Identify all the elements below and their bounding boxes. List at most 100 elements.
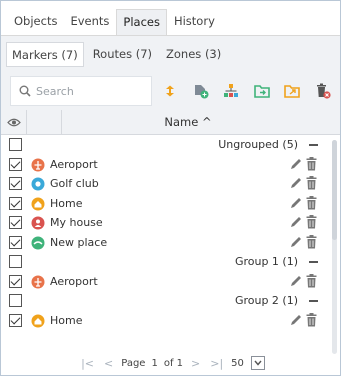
search-input[interactable] (36, 84, 146, 98)
marker-row[interactable]: Home (1, 194, 340, 214)
person-icon (31, 216, 45, 230)
edit-icon[interactable] (289, 196, 303, 210)
marker-name: Home (50, 196, 83, 210)
edit-icon[interactable] (289, 157, 303, 171)
marker-name: Home (50, 313, 83, 327)
home-icon (31, 197, 45, 210)
places-subpanel: Markers (7) Routes (7) Zones (3) (1, 36, 340, 113)
marker-name: My house (50, 216, 103, 229)
delete-icon[interactable] (306, 195, 317, 210)
add-marker-button[interactable] (188, 78, 213, 104)
name-column-label: Name ^ (164, 115, 212, 129)
delete-icon[interactable] (306, 312, 317, 327)
place-icon (31, 236, 45, 249)
collapse-group-icon[interactable] (309, 144, 318, 146)
marker-row[interactable]: New place (1, 233, 340, 253)
marker-name: New place (50, 235, 108, 249)
delete-icon[interactable] (306, 156, 317, 171)
search-box (10, 76, 152, 106)
group-label: Ungrouped (5) (218, 138, 298, 151)
marker-visibility-checkbox[interactable] (9, 177, 22, 190)
marker-row[interactable]: Home (1, 311, 340, 331)
marker-visibility-checkbox[interactable] (9, 235, 22, 249)
per-page-value: 50 (231, 357, 244, 369)
tab-places[interactable]: Places (116, 9, 167, 35)
marker-name: Aeroport (50, 157, 98, 171)
delete-icon[interactable] (306, 215, 317, 229)
marker-visibility-checkbox[interactable] (9, 157, 22, 171)
group-visibility-checkbox[interactable] (9, 255, 22, 268)
page-label: Page (121, 357, 146, 369)
eye-icon (6, 118, 21, 126)
delete-icon[interactable] (306, 176, 317, 190)
main-tabs: Objects Events Places History (1, 1, 340, 36)
delete-all-button[interactable] (310, 78, 335, 104)
prev-page-button[interactable]: < (104, 357, 113, 370)
marker-name: Aeroport (50, 274, 98, 288)
group-icon (224, 84, 239, 97)
tab-markers[interactable]: Markers (7) (6, 42, 84, 67)
table-body: Ungrouped (5) Aeroport Golf club Home My hou… (1, 135, 340, 350)
group-row[interactable]: Ungrouped (5) (1, 135, 340, 155)
page-count: of 1 (163, 357, 184, 369)
import-icon (253, 85, 270, 98)
marker-row[interactable]: My house (1, 213, 340, 233)
tab-zones[interactable]: Zones (3) (161, 42, 226, 67)
edit-icon[interactable] (289, 235, 303, 249)
tab-routes[interactable]: Routes (7) (88, 42, 157, 67)
group-visibility-checkbox[interactable] (9, 138, 22, 151)
markers-toolbar (6, 74, 335, 108)
tab-events[interactable]: Events (64, 9, 115, 35)
collapse-group-icon[interactable] (309, 261, 318, 263)
group-button[interactable] (219, 78, 244, 104)
marker-row[interactable]: Aeroport (1, 155, 340, 175)
edit-icon[interactable] (289, 215, 303, 229)
group-label: Group 1 (1) (234, 255, 298, 268)
marker-row[interactable]: Aeroport (1, 272, 340, 292)
pagination: |< < Page 1 of 1 > >| 50 (1, 352, 340, 374)
last-page-button[interactable]: >| (210, 357, 223, 370)
marker-row[interactable]: Golf club (1, 174, 340, 194)
search-icon (19, 85, 31, 97)
edit-icon[interactable] (289, 313, 303, 327)
export-button[interactable] (280, 78, 305, 104)
group-row[interactable]: Group 2 (1) (1, 291, 340, 311)
group-row[interactable]: Group 1 (1) (1, 252, 340, 272)
export-icon (284, 85, 301, 98)
per-page-dropdown[interactable] (250, 356, 265, 370)
edit-icon[interactable] (289, 176, 303, 190)
collapse-group-icon[interactable] (309, 300, 318, 302)
name-column-header[interactable]: Name ^ (62, 115, 340, 129)
marker-visibility-checkbox[interactable] (9, 274, 22, 288)
page-number[interactable]: 1 (151, 358, 157, 369)
sort-button[interactable] (158, 78, 183, 104)
sub-tabs: Markers (7) Routes (7) Zones (3) (6, 42, 335, 67)
visibility-column-header[interactable] (1, 109, 27, 135)
sort-icon (166, 85, 175, 97)
marker-visibility-checkbox[interactable] (9, 196, 22, 210)
delete-icon[interactable] (306, 273, 317, 288)
marker-visibility-checkbox[interactable] (9, 313, 22, 327)
first-page-button[interactable]: |< (81, 357, 94, 370)
icon-column-header (27, 109, 62, 135)
marker-name: Golf club (50, 177, 99, 190)
airport-icon (31, 158, 45, 171)
table-header: Name ^ (1, 109, 340, 135)
marker-visibility-checkbox[interactable] (9, 216, 22, 229)
airport-icon (31, 275, 45, 288)
delete-all-icon (316, 83, 331, 99)
markers-table: Name ^ Ungrouped (5) Aeroport Golf club Hom… (1, 109, 340, 350)
places-panel: Objects Events Places History Markers (7… (0, 0, 341, 376)
edit-icon[interactable] (289, 274, 303, 288)
tab-history[interactable]: History (168, 9, 221, 35)
add-marker-icon (194, 85, 209, 99)
next-page-button[interactable]: > (191, 357, 200, 370)
group-visibility-checkbox[interactable] (9, 294, 22, 307)
tab-objects[interactable]: Objects (8, 9, 63, 35)
scrollbar-thumb[interactable] (332, 140, 337, 240)
chevron-down-icon (254, 360, 262, 366)
delete-icon[interactable] (306, 234, 317, 249)
home-icon (31, 314, 45, 327)
import-button[interactable] (249, 78, 274, 104)
golf-icon (31, 177, 45, 191)
